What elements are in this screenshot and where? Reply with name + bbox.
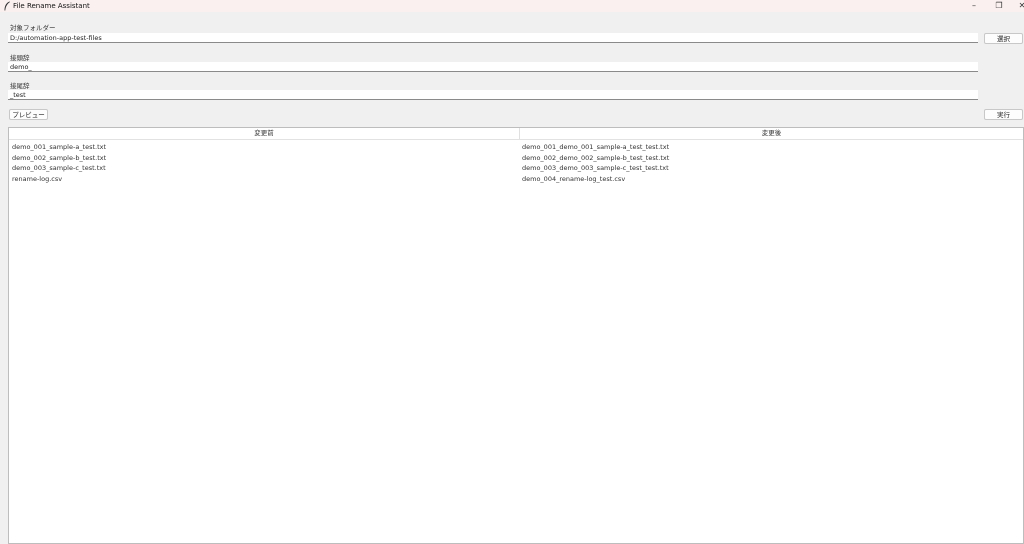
title-bar: File Rename Assistant – ❐ ✕ bbox=[0, 0, 1024, 12]
cell-before: rename-log.csv bbox=[12, 175, 63, 183]
cell-after: demo_003_demo_003_sample-c_test_test.txt bbox=[522, 164, 669, 172]
column-header-after[interactable]: 変更後 bbox=[520, 128, 1023, 139]
table-row[interactable]: demo_003_sample-c_test.txt demo_003_demo… bbox=[9, 163, 1023, 173]
cell-after: demo_001_demo_001_sample-a_test_test.txt bbox=[522, 143, 670, 151]
preview-button[interactable]: プレビュー bbox=[9, 109, 48, 120]
preview-table[interactable]: 変更前 変更後 demo_001_sample-a_test.txt demo_… bbox=[8, 127, 1024, 544]
table-row[interactable]: rename-log.csv demo_004_rename-log_test.… bbox=[9, 174, 1023, 184]
cell-after: demo_002_demo_002_sample-b_test_test.txt bbox=[522, 154, 670, 162]
prefix-input[interactable]: demo_ bbox=[8, 62, 978, 72]
minimize-button[interactable]: – bbox=[962, 0, 986, 12]
maximize-button[interactable]: ❐ bbox=[987, 0, 1011, 12]
close-button[interactable]: ✕ bbox=[1010, 0, 1024, 12]
table-row[interactable]: demo_002_sample-b_test.txt demo_002_demo… bbox=[9, 153, 1023, 163]
cell-after: demo_004_rename-log_test.csv bbox=[522, 175, 626, 183]
select-folder-button[interactable]: 選択 bbox=[984, 33, 1023, 44]
table-header: 変更前 変更後 bbox=[9, 128, 1023, 140]
folder-label: 対象フォルダー bbox=[10, 24, 56, 32]
feather-icon bbox=[4, 1, 10, 11]
cell-before: demo_003_sample-c_test.txt bbox=[12, 164, 106, 172]
suffix-input[interactable]: _test bbox=[8, 90, 978, 100]
prefix-label: 接頭辞 bbox=[10, 54, 30, 62]
cell-before: demo_002_sample-b_test.txt bbox=[12, 154, 107, 162]
column-header-before[interactable]: 変更前 bbox=[9, 128, 519, 139]
suffix-label: 接尾辞 bbox=[10, 82, 30, 90]
folder-input[interactable]: D:/automation-app-test-files bbox=[8, 33, 978, 43]
execute-button[interactable]: 実行 bbox=[984, 109, 1023, 120]
table-row[interactable]: demo_001_sample-a_test.txt demo_001_demo… bbox=[9, 142, 1023, 152]
cell-before: demo_001_sample-a_test.txt bbox=[12, 143, 107, 151]
window-title: File Rename Assistant bbox=[13, 2, 90, 10]
